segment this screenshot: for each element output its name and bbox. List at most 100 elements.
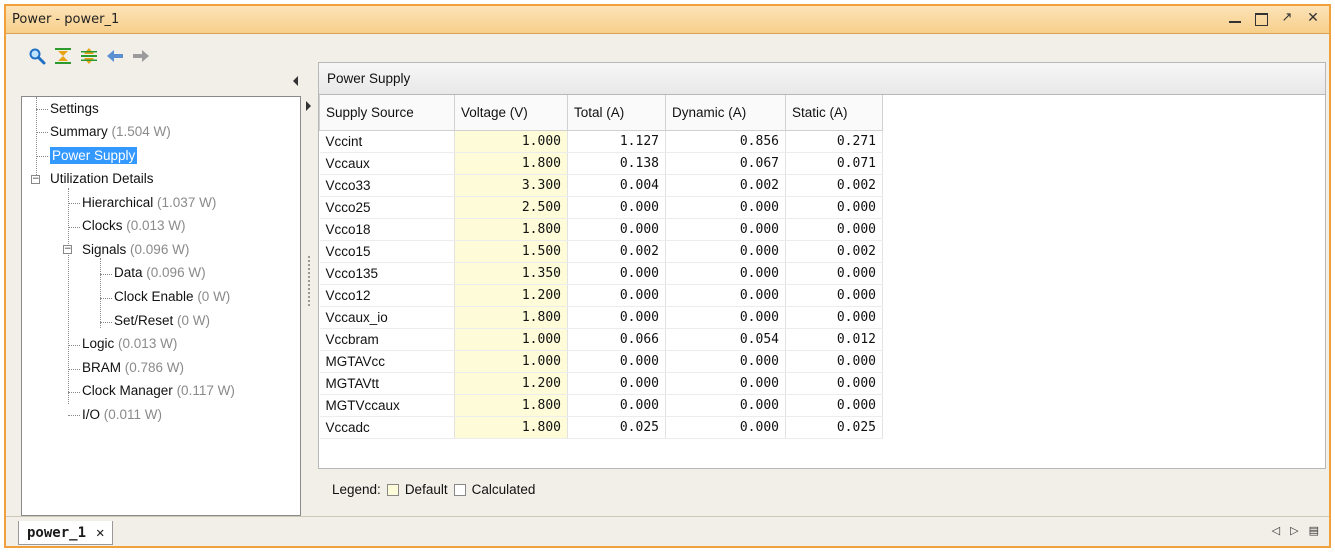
tab-label: power_1 bbox=[27, 524, 87, 541]
value-cell[interactable]: 1.000 bbox=[454, 328, 568, 351]
value-cell: 0.000 bbox=[785, 284, 883, 307]
tree-item-label: Power Supply bbox=[50, 147, 138, 164]
value-cell[interactable]: 3.300 bbox=[454, 174, 568, 197]
maximize-button[interactable] bbox=[1253, 10, 1269, 26]
column-header[interactable]: Total (A) bbox=[567, 95, 666, 131]
next-tab-icon[interactable]: ▷ bbox=[1290, 524, 1298, 537]
table-row[interactable]: Vcco33 3.300 0.004 0.002 0.002 bbox=[319, 174, 883, 197]
value-cell: 0.000 bbox=[785, 306, 883, 329]
supply-table-container: Supply Source Voltage (V) Total (A) Dyna… bbox=[318, 94, 1326, 469]
window-controls: ↗ ✕ bbox=[1227, 10, 1321, 26]
tree-item-clock-enable[interactable]: Clock Enable (0 W) bbox=[114, 286, 230, 308]
supply-source-cell: Vcco15 bbox=[319, 240, 455, 263]
tree-item-io[interactable]: I/O (0.011 W) bbox=[82, 404, 162, 426]
table-row[interactable]: Vcco12 1.200 0.000 0.000 0.000 bbox=[319, 284, 883, 307]
collapse-all-icon[interactable] bbox=[53, 46, 73, 66]
signals-expander[interactable]: − bbox=[63, 245, 72, 254]
value-cell[interactable]: 1.500 bbox=[454, 240, 568, 263]
forward-arrow-icon[interactable] bbox=[131, 46, 151, 66]
table-row[interactable]: Vccaux 1.800 0.138 0.067 0.071 bbox=[319, 152, 883, 175]
value-cell[interactable]: 2.500 bbox=[454, 196, 568, 219]
search-icon[interactable] bbox=[27, 46, 47, 66]
splitter-grip[interactable] bbox=[308, 256, 310, 306]
column-header[interactable]: Static (A) bbox=[785, 95, 883, 131]
value-cell: 1.127 bbox=[567, 130, 666, 153]
table-row[interactable]: MGTVccaux 1.800 0.000 0.000 0.000 bbox=[319, 394, 883, 417]
value-cell: 0.000 bbox=[567, 372, 666, 395]
prev-tab-icon[interactable]: ◁ bbox=[1272, 524, 1280, 537]
value-cell[interactable]: 1.800 bbox=[454, 394, 568, 417]
column-header[interactable]: Dynamic (A) bbox=[665, 95, 786, 131]
table-row[interactable]: Vccbram 1.000 0.066 0.054 0.012 bbox=[319, 328, 883, 351]
value-cell: 0.004 bbox=[567, 174, 666, 197]
tree-item-utilization-details[interactable]: Utilization Details bbox=[50, 168, 154, 190]
table-header-row: Supply Source Voltage (V) Total (A) Dyna… bbox=[319, 95, 883, 131]
tree-item-set-reset[interactable]: Set/Reset (0 W) bbox=[114, 310, 210, 332]
value-cell[interactable]: 1.800 bbox=[454, 306, 568, 329]
tree-item-data[interactable]: Data (0.096 W) bbox=[114, 262, 206, 284]
supply-table: Supply Source Voltage (V) Total (A) Dyna… bbox=[319, 95, 883, 439]
tree-item-label: Utilization Details bbox=[50, 171, 154, 186]
tree-item-label: Hierarchical bbox=[82, 195, 154, 210]
table-row[interactable]: Vcco25 2.500 0.000 0.000 0.000 bbox=[319, 196, 883, 219]
value-cell[interactable]: 1.800 bbox=[454, 218, 568, 241]
supply-source-cell: Vcco135 bbox=[319, 262, 455, 285]
back-arrow-icon[interactable] bbox=[105, 46, 125, 66]
tab-close-icon[interactable]: ✕ bbox=[96, 525, 104, 541]
value-cell[interactable]: 1.000 bbox=[454, 130, 568, 153]
value-cell: 0.000 bbox=[665, 196, 786, 219]
tree-item-clock-manager[interactable]: Clock Manager (0.117 W) bbox=[82, 380, 235, 402]
tree-item-power-supply[interactable]: Power Supply bbox=[50, 145, 138, 167]
table-row[interactable]: Vcco135 1.350 0.000 0.000 0.000 bbox=[319, 262, 883, 285]
tree-item-summary[interactable]: Summary (1.504 W) bbox=[50, 121, 171, 143]
tree-item-clocks[interactable]: Clocks (0.013 W) bbox=[82, 215, 186, 237]
collapse-right-arrow-icon[interactable] bbox=[306, 101, 311, 111]
panel-header: Power Supply bbox=[318, 62, 1326, 94]
tree-item-settings[interactable]: Settings bbox=[50, 98, 99, 120]
value-cell: 0.000 bbox=[567, 262, 666, 285]
collapse-left-arrow-icon[interactable] bbox=[293, 76, 298, 86]
float-button[interactable]: ↗ bbox=[1279, 10, 1295, 26]
tab-list-icon[interactable]: ▤ bbox=[1309, 524, 1319, 537]
value-cell: 0.000 bbox=[567, 284, 666, 307]
close-button[interactable]: ✕ bbox=[1305, 10, 1321, 26]
column-header[interactable]: Voltage (V) bbox=[454, 95, 568, 131]
value-cell: 0.054 bbox=[665, 328, 786, 351]
table-row[interactable]: Vccint 1.000 1.127 0.856 0.271 bbox=[319, 130, 883, 153]
expand-all-icon[interactable] bbox=[79, 46, 99, 66]
tree-item-bram[interactable]: BRAM (0.786 W) bbox=[82, 357, 184, 379]
tree-item-hierarchical[interactable]: Hierarchical (1.037 W) bbox=[82, 192, 216, 214]
utilization-expander[interactable]: − bbox=[31, 175, 40, 184]
value-cell: 0.000 bbox=[567, 394, 666, 417]
legend-label: Legend: bbox=[332, 482, 381, 497]
tree-item-label: Logic bbox=[82, 336, 115, 351]
table-row[interactable]: Vccaux_io 1.800 0.000 0.000 0.000 bbox=[319, 306, 883, 329]
table-row[interactable]: MGTAVcc 1.000 0.000 0.000 0.000 bbox=[319, 350, 883, 373]
minimize-button[interactable] bbox=[1227, 10, 1243, 26]
value-cell[interactable]: 1.200 bbox=[454, 284, 568, 307]
tree-item-label: Clocks bbox=[82, 218, 123, 233]
value-cell: 0.025 bbox=[567, 416, 666, 439]
value-cell[interactable]: 1.800 bbox=[454, 416, 568, 439]
value-cell[interactable]: 1.000 bbox=[454, 350, 568, 373]
tree-item-logic[interactable]: Logic (0.013 W) bbox=[82, 333, 177, 355]
legend-default-swatch bbox=[386, 483, 399, 496]
value-cell[interactable]: 1.200 bbox=[454, 372, 568, 395]
tree-item-value: (0.786 W) bbox=[124, 360, 185, 375]
table-row[interactable]: Vcco15 1.500 0.002 0.000 0.002 bbox=[319, 240, 883, 263]
value-cell[interactable]: 1.350 bbox=[454, 262, 568, 285]
tab-power-1[interactable]: power_1 ✕ bbox=[18, 521, 114, 545]
value-cell[interactable]: 1.800 bbox=[454, 152, 568, 175]
value-cell: 0.271 bbox=[785, 130, 883, 153]
value-cell: 0.000 bbox=[785, 394, 883, 417]
table-row[interactable]: MGTAVtt 1.200 0.000 0.000 0.000 bbox=[319, 372, 883, 395]
table-row[interactable]: Vccadc 1.800 0.025 0.000 0.025 bbox=[319, 416, 883, 439]
window-title: Power - power_1 bbox=[12, 12, 120, 27]
tree-item-value: (1.504 W) bbox=[111, 124, 171, 139]
tree-item-signals[interactable]: Signals (0.096 W) bbox=[82, 239, 189, 261]
tree-item-value: (0.096 W) bbox=[130, 242, 190, 257]
supply-source-cell: MGTAVcc bbox=[319, 350, 455, 373]
tree-item-value: (0.013 W) bbox=[118, 336, 178, 351]
column-header[interactable]: Supply Source bbox=[319, 95, 455, 131]
table-row[interactable]: Vcco18 1.800 0.000 0.000 0.000 bbox=[319, 218, 883, 241]
